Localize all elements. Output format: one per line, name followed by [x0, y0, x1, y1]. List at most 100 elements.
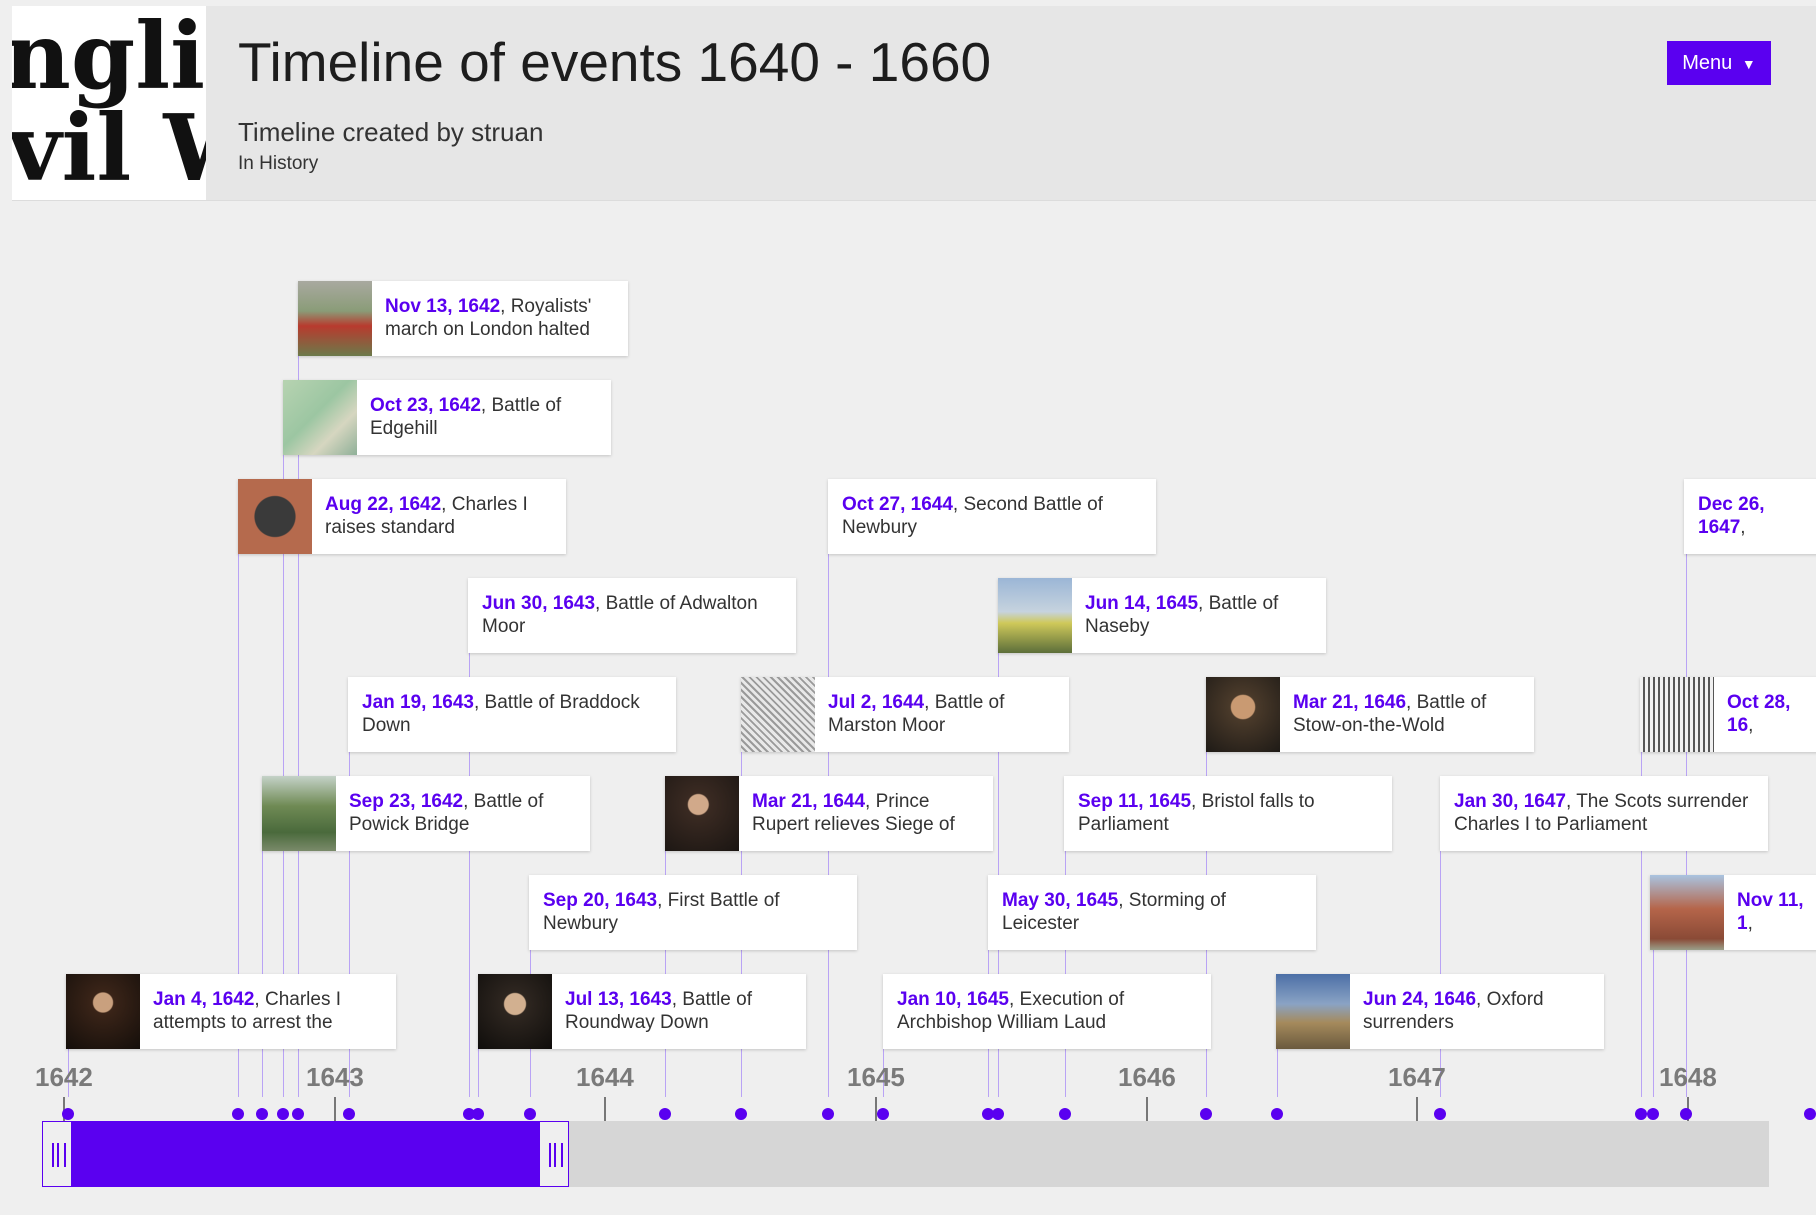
year-tick	[1146, 1097, 1148, 1123]
event-marker-dot[interactable]	[1200, 1108, 1212, 1120]
event-text: Dec 26, 1647, Engagement	[1698, 493, 1814, 541]
event-date[interactable]: Jun 14, 1645	[1085, 593, 1198, 614]
event-date[interactable]: Mar 21, 1646	[1293, 692, 1406, 713]
event-card[interactable]: Jan 19, 1643, Battle of Braddock Down	[348, 677, 676, 752]
event-date[interactable]: Oct 23, 1642	[370, 395, 481, 416]
event-date[interactable]: Dec 26, 1647	[1698, 494, 1765, 538]
event-marker-dot[interactable]	[1804, 1108, 1816, 1120]
event-marker-dot[interactable]	[1059, 1108, 1071, 1120]
event-marker-dot[interactable]	[1271, 1108, 1283, 1120]
event-card[interactable]: Mar 21, 1646, Battle of Stow-on-the-Wold	[1206, 677, 1534, 752]
event-marker-dot[interactable]	[1680, 1108, 1692, 1120]
event-connector-line	[1277, 1049, 1278, 1097]
event-date[interactable]: Jan 4, 1642	[153, 989, 254, 1010]
scrollbar-left-handle[interactable]	[42, 1121, 72, 1187]
event-marker-dot[interactable]	[62, 1108, 74, 1120]
event-date[interactable]: Oct 27, 1644	[842, 494, 953, 515]
event-card[interactable]: Sep 11, 1645, Bristol falls to Parliamen…	[1064, 776, 1392, 851]
event-card[interactable]: Jan 10, 1645, Execution of Archbishop Wi…	[883, 974, 1211, 1049]
event-date[interactable]: Jan 19, 1643	[362, 692, 474, 713]
year-tick	[334, 1097, 336, 1123]
event-marker-dot[interactable]	[735, 1108, 747, 1120]
event-thumbnail	[1276, 974, 1350, 1049]
event-card[interactable]: Aug 22, 1642, Charles I raises standard	[238, 479, 566, 554]
event-card[interactable]: Jul 2, 1644, Battle of Marston Moor	[741, 677, 1069, 752]
event-text: Oct 23, 1642, Battle of Edgehill	[370, 394, 601, 442]
event-card[interactable]: Mar 21, 1644, Prince Rupert relieves Sie…	[665, 776, 993, 851]
year-label: 1647	[1388, 1062, 1446, 1092]
event-date[interactable]: May 30, 1645	[1002, 890, 1118, 911]
year-label: 1645	[847, 1062, 905, 1092]
event-card[interactable]: May 30, 1645, Storming of Leicester	[988, 875, 1316, 950]
event-thumbnail	[66, 974, 140, 1049]
event-text: Nov 11, 1, escapes	[1737, 889, 1816, 937]
event-text: Nov 13, 1642, Royalists' march on London…	[385, 295, 618, 343]
event-marker-dot[interactable]	[1434, 1108, 1446, 1120]
scrollbar-right-handle[interactable]	[539, 1121, 569, 1187]
menu-button[interactable]: Menu ▼	[1667, 41, 1771, 85]
event-card[interactable]: Jun 30, 1643, Battle of Adwalton Moor	[468, 578, 796, 653]
event-card[interactable]: Nov 11, 1, escapes	[1650, 875, 1816, 950]
event-thumbnail	[238, 479, 312, 554]
event-card[interactable]: Jan 30, 1647, The Scots surrender Charle…	[1440, 776, 1768, 851]
event-date[interactable]: Oct 28, 16	[1727, 692, 1790, 736]
event-separator: ,	[463, 791, 474, 812]
logo-text-line2: vil W	[12, 94, 206, 200]
event-text: Sep 23, 1642, Battle of Powick Bridge	[349, 790, 580, 838]
event-date[interactable]: Nov 13, 1642	[385, 296, 500, 317]
event-text: Oct 28, 16, Debates b	[1727, 691, 1816, 739]
event-date[interactable]: Sep 23, 1642	[349, 791, 463, 812]
event-card[interactable]: Jan 4, 1642, Charles I attempts to arres…	[66, 974, 396, 1049]
event-card[interactable]: Jun 24, 1646, Oxford surrenders	[1276, 974, 1604, 1049]
event-thumbnail	[1206, 677, 1280, 752]
event-separator: ,	[865, 791, 876, 812]
event-marker-dot[interactable]	[232, 1108, 244, 1120]
event-separator: ,	[1748, 715, 1754, 736]
event-date[interactable]: Jun 24, 1646	[1363, 989, 1476, 1010]
event-marker-dot[interactable]	[877, 1108, 889, 1120]
event-card[interactable]: Jul 13, 1643, Battle of Roundway Down	[478, 974, 806, 1049]
event-date[interactable]: Jul 2, 1644	[828, 692, 924, 713]
event-card[interactable]: Dec 26, 1647, Engagement	[1684, 479, 1816, 554]
event-date[interactable]: Jul 13, 1643	[565, 989, 672, 1010]
event-separator: ,	[480, 395, 492, 416]
event-date[interactable]: Jan 30, 1647	[1454, 791, 1566, 812]
event-marker-dot[interactable]	[524, 1108, 536, 1120]
logo-text-line1: nglish	[12, 6, 206, 110]
event-marker-dot[interactable]	[292, 1108, 304, 1120]
event-card[interactable]: Sep 23, 1642, Battle of Powick Bridge	[262, 776, 590, 851]
year-tick	[875, 1097, 877, 1123]
event-text: Mar 21, 1644, Prince Rupert relieves Sie…	[752, 790, 983, 838]
event-marker-dot[interactable]	[659, 1108, 671, 1120]
event-card[interactable]: Oct 28, 16, Debates b	[1640, 677, 1816, 752]
event-marker-dot[interactable]	[992, 1108, 1004, 1120]
event-card[interactable]: Sep 20, 1643, First Battle of Newbury	[529, 875, 857, 950]
event-date[interactable]: Jun 30, 1643	[482, 593, 595, 614]
event-date[interactable]: Mar 21, 1644	[752, 791, 865, 812]
event-separator: ,	[1565, 791, 1577, 812]
event-marker-dot[interactable]	[1647, 1108, 1659, 1120]
event-title: escapes	[1737, 936, 1808, 937]
header: nglish vil W Timeline of events 1640 - 1…	[12, 6, 1816, 201]
event-marker-dot[interactable]	[277, 1108, 289, 1120]
event-card[interactable]: Jun 14, 1645, Battle of Naseby	[998, 578, 1326, 653]
event-thumbnail	[665, 776, 739, 851]
event-date[interactable]: Sep 20, 1643	[543, 890, 657, 911]
year-label: 1648	[1659, 1062, 1717, 1092]
event-marker-dot[interactable]	[256, 1108, 268, 1120]
event-date[interactable]: Aug 22, 1642	[325, 494, 441, 515]
event-marker-dot[interactable]	[343, 1108, 355, 1120]
event-separator: ,	[1198, 593, 1209, 614]
event-marker-dot[interactable]	[822, 1108, 834, 1120]
event-separator: ,	[1191, 791, 1202, 812]
event-card[interactable]: Nov 13, 1642, Royalists' march on London…	[298, 281, 628, 356]
event-marker-dot[interactable]	[1635, 1108, 1647, 1120]
event-card[interactable]: Oct 27, 1644, Second Battle of Newbury	[828, 479, 1156, 554]
event-date[interactable]: Sep 11, 1645	[1078, 791, 1191, 812]
event-card[interactable]: Oct 23, 1642, Battle of Edgehill	[283, 380, 611, 455]
timeline-scrollbar-window[interactable]	[42, 1121, 569, 1187]
event-date[interactable]: Jan 10, 1645	[897, 989, 1009, 1010]
grip-icon	[52, 1143, 66, 1167]
year-label: 1642	[35, 1062, 93, 1092]
event-marker-dot[interactable]	[472, 1108, 484, 1120]
